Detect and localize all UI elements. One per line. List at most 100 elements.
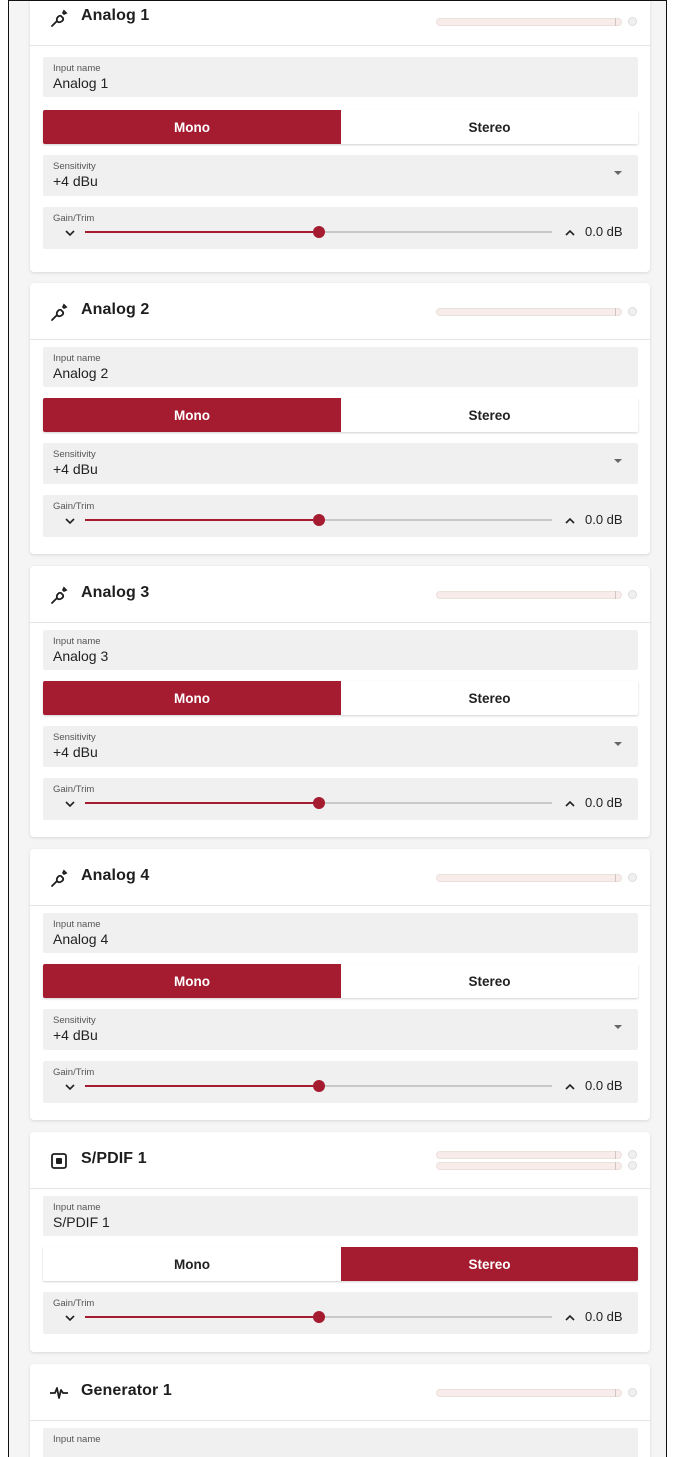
clip-indicator	[628, 873, 637, 882]
clip-indicator	[628, 590, 637, 599]
mono-stereo-toggle: Mono Stereo	[43, 110, 638, 144]
stereo-button[interactable]: Stereo	[341, 398, 638, 432]
gain-slider-thumb[interactable]	[312, 1311, 325, 1323]
clip-indicator	[628, 1150, 637, 1159]
channel-header: Analog 4	[30, 849, 650, 906]
field-label: Input name	[53, 919, 101, 930]
input-name-field[interactable]: Input name Analog 2	[43, 347, 638, 387]
chevron-up-icon[interactable]	[565, 228, 575, 238]
sensitivity-value: +4 dBu	[53, 744, 98, 760]
input-name-value[interactable]: Analog 3	[53, 648, 108, 664]
clip-indicator	[628, 17, 637, 26]
clip-indicator	[628, 1388, 637, 1397]
input-name-field[interactable]: Input name Analog 3	[43, 630, 638, 670]
sensitivity-select[interactable]: Sensitivity +4 dBu	[43, 726, 638, 767]
dropdown-arrow-icon[interactable]	[614, 171, 622, 175]
level-meter	[436, 591, 622, 599]
input-name-field[interactable]: Input name S/PDIF 1	[43, 1196, 638, 1236]
input-settings-panel: Analog 1 Input name Analog 1 Mono Stereo…	[8, 0, 667, 1457]
channel-card: Analog 3 Input name Analog 3 Mono Stereo…	[30, 566, 650, 837]
gain-slider[interactable]	[85, 797, 552, 809]
gain-slider-fill	[85, 1085, 319, 1087]
input-name-value[interactable]: Analog 1	[53, 75, 108, 91]
level-meter	[436, 18, 622, 26]
chevron-down-icon[interactable]	[65, 799, 75, 809]
mono-stereo-toggle: Mono Stereo	[43, 398, 638, 432]
gain-slider-fill	[85, 519, 319, 521]
gain-trim-control: Gain/Trim 0.0 dB	[43, 495, 638, 537]
chevron-down-icon[interactable]	[65, 1313, 75, 1323]
mono-button[interactable]: Mono	[43, 110, 341, 144]
field-label: Gain/Trim	[53, 213, 95, 224]
gain-slider-thumb[interactable]	[312, 226, 325, 238]
input-name-field[interactable]: Input name Analog 1	[43, 57, 638, 97]
sensitivity-select[interactable]: Sensitivity +4 dBu	[43, 1009, 638, 1050]
sensitivity-value: +4 dBu	[53, 173, 98, 189]
channel-card: Analog 2 Input name Analog 2 Mono Stereo…	[30, 283, 650, 554]
chevron-down-icon[interactable]	[65, 1082, 75, 1092]
gain-slider[interactable]	[85, 1080, 552, 1092]
sensitivity-value: +4 dBu	[53, 461, 98, 477]
chevron-down-icon[interactable]	[65, 516, 75, 526]
gain-trim-control: Gain/Trim 0.0 dB	[43, 778, 638, 820]
gain-value: 0.0 dB	[585, 795, 623, 810]
input-name-value[interactable]: S/PDIF 1	[53, 1214, 110, 1230]
channel-title: S/PDIF 1	[81, 1150, 147, 1167]
gain-slider-thumb[interactable]	[312, 1080, 325, 1092]
channel-card: Analog 4 Input name Analog 4 Mono Stereo…	[30, 849, 650, 1120]
stereo-button[interactable]: Stereo	[341, 110, 638, 144]
gain-value: 0.0 dB	[585, 1078, 623, 1093]
input-name-field[interactable]: Input name Analog 4	[43, 913, 638, 953]
gain-slider-thumb[interactable]	[312, 514, 325, 526]
mono-button[interactable]: Mono	[43, 681, 341, 715]
stereo-button[interactable]: Stereo	[341, 681, 638, 715]
chevron-up-icon[interactable]	[565, 1082, 575, 1092]
stereo-button[interactable]: Stereo	[341, 964, 638, 998]
gain-trim-control: Gain/Trim 0.0 dB	[43, 207, 638, 249]
field-label: Input name	[53, 1202, 101, 1213]
field-label: Gain/Trim	[53, 1067, 95, 1078]
mono-stereo-toggle: Mono Stereo	[43, 681, 638, 715]
dropdown-arrow-icon[interactable]	[614, 1025, 622, 1029]
gain-trim-control: Gain/Trim 0.0 dB	[43, 1061, 638, 1103]
channel-card: Analog 1 Input name Analog 1 Mono Stereo…	[30, 1, 650, 272]
mono-button[interactable]: Mono	[43, 964, 341, 998]
sensitivity-select[interactable]: Sensitivity +4 dBu	[43, 155, 638, 196]
gain-slider-thumb[interactable]	[312, 797, 325, 809]
mono-button[interactable]: Mono	[43, 398, 341, 432]
input-name-value[interactable]: Analog 4	[53, 931, 108, 947]
channel-title: Analog 2	[81, 301, 150, 318]
channel-card: Generator 1 Input name	[30, 1364, 650, 1457]
input-name-value[interactable]: Analog 2	[53, 365, 108, 381]
gain-value: 0.0 dB	[585, 1309, 623, 1324]
level-meter-right	[436, 1162, 622, 1170]
field-label: Input name	[53, 1434, 101, 1445]
field-label: Input name	[53, 636, 101, 647]
field-label: Sensitivity	[53, 1015, 96, 1026]
mono-button[interactable]: Mono	[43, 1247, 341, 1281]
channel-card: S/PDIF 1 Input name S/PDIF 1 Mono Stereo…	[30, 1132, 650, 1352]
gain-slider[interactable]	[85, 514, 552, 526]
chevron-up-icon[interactable]	[565, 799, 575, 809]
dropdown-arrow-icon[interactable]	[614, 459, 622, 463]
gain-slider[interactable]	[85, 1311, 552, 1323]
chevron-up-icon[interactable]	[565, 516, 575, 526]
sensitivity-select[interactable]: Sensitivity +4 dBu	[43, 443, 638, 484]
stereo-button[interactable]: Stereo	[341, 1247, 638, 1281]
channel-header: S/PDIF 1	[30, 1132, 650, 1189]
dropdown-arrow-icon[interactable]	[614, 742, 622, 746]
channel-title: Generator 1	[81, 1382, 172, 1399]
clip-indicator	[628, 307, 637, 316]
chevron-down-icon[interactable]	[65, 228, 75, 238]
spdif-port-icon	[51, 1153, 67, 1169]
channel-header: Generator 1	[30, 1364, 650, 1421]
gain-slider-fill	[85, 802, 319, 804]
input-name-field[interactable]: Input name	[43, 1428, 638, 1457]
gain-slider[interactable]	[85, 226, 552, 238]
channel-header: Analog 1	[30, 1, 650, 46]
mono-stereo-toggle: Mono Stereo	[43, 1247, 638, 1281]
channel-header: Analog 3	[30, 566, 650, 623]
level-meter	[436, 1389, 622, 1397]
field-label: Sensitivity	[53, 161, 96, 172]
chevron-up-icon[interactable]	[565, 1313, 575, 1323]
